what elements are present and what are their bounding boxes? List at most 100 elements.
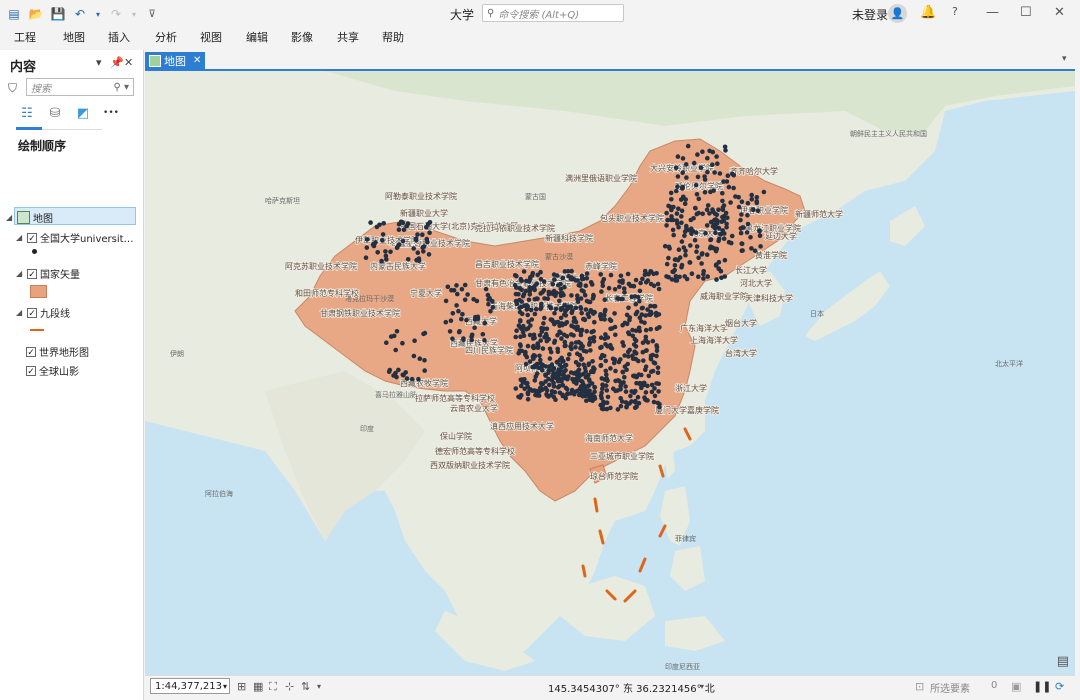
university-point[interactable] [739,212,744,217]
university-point[interactable] [651,399,657,405]
university-point[interactable] [701,276,706,281]
university-point[interactable] [447,329,453,334]
university-point[interactable] [685,143,691,149]
menu-insert[interactable]: 插入 [108,29,130,45]
university-point[interactable] [563,308,569,313]
university-point[interactable] [652,304,658,309]
university-point[interactable] [688,243,693,248]
university-point[interactable] [664,210,669,216]
university-point[interactable] [725,173,731,178]
university-point[interactable] [633,301,639,307]
university-point[interactable] [545,296,550,301]
university-point[interactable] [617,284,622,290]
university-point[interactable] [683,248,688,254]
university-point[interactable] [384,340,389,346]
university-point[interactable] [714,246,720,252]
university-point[interactable] [584,392,590,398]
menu-share[interactable]: 共享 [337,29,359,45]
layer-country-boundary[interactable]: ◢ ✓ 国家矢量 [16,266,80,281]
university-point[interactable] [664,223,669,228]
university-point[interactable] [584,329,589,334]
university-point[interactable] [643,327,649,333]
university-point[interactable] [599,406,605,411]
university-point[interactable] [702,174,707,179]
open-project-icon[interactable]: 📂 [28,6,44,22]
university-point[interactable] [569,293,574,298]
university-point[interactable] [424,225,429,230]
university-point[interactable] [654,271,659,276]
pause-drawing-icon[interactable]: ❚❚ [1033,680,1051,693]
tree-item-map[interactable]: ◢ 地图 [6,210,53,225]
university-point[interactable] [583,283,589,288]
university-point[interactable] [605,394,611,400]
university-point[interactable] [512,282,518,288]
university-point[interactable] [623,389,629,394]
university-point[interactable] [633,311,639,317]
university-point[interactable] [598,272,603,277]
university-point[interactable] [689,271,695,276]
university-point[interactable] [602,336,608,342]
university-point[interactable] [575,293,580,298]
university-point[interactable] [629,294,635,299]
menu-map[interactable]: 地图 [63,29,85,45]
university-point[interactable] [754,200,760,206]
scale-selector[interactable]: 1:44,377,213 ▾ [150,678,230,694]
university-point[interactable] [568,304,574,309]
help-button[interactable]: ? [952,5,958,18]
university-point[interactable] [472,325,477,330]
university-point[interactable] [684,276,690,282]
layer-world-hillshade[interactable]: ✓ 全球山影 [26,363,79,378]
university-point[interactable] [633,277,639,283]
university-point[interactable] [694,192,700,197]
university-point[interactable] [553,306,559,312]
university-point[interactable] [540,346,546,351]
university-point[interactable] [547,356,553,361]
university-point[interactable] [651,283,657,289]
university-point[interactable] [632,349,637,355]
university-point[interactable] [552,321,557,327]
university-point[interactable] [459,316,464,322]
university-point[interactable] [600,279,605,285]
university-point[interactable] [412,338,417,344]
undo-icon[interactable]: ↶ [72,6,88,22]
university-point[interactable] [718,268,724,274]
university-point[interactable] [560,392,565,398]
university-point[interactable] [456,308,461,314]
university-point[interactable] [653,310,659,316]
university-point[interactable] [720,198,725,204]
university-point[interactable] [457,329,462,334]
university-point[interactable] [413,236,419,241]
university-point[interactable] [645,383,650,389]
university-point[interactable] [559,336,564,341]
university-point[interactable] [642,397,648,402]
maximize-button[interactable]: ☐ [1020,5,1032,20]
university-point[interactable] [602,309,608,314]
university-point[interactable] [587,336,593,342]
university-point[interactable] [666,255,671,261]
university-point[interactable] [611,386,616,392]
university-point[interactable] [739,241,744,246]
university-point[interactable] [654,381,659,386]
university-point[interactable] [648,326,653,332]
university-point[interactable] [530,364,535,370]
university-point[interactable] [712,170,717,175]
university-point[interactable] [368,220,373,225]
university-point[interactable] [598,355,604,361]
university-point[interactable] [550,281,556,287]
university-point[interactable] [415,232,420,237]
university-point[interactable] [552,374,557,380]
university-point[interactable] [420,232,425,237]
university-point[interactable] [364,237,370,242]
university-point[interactable] [547,304,552,309]
university-point[interactable] [701,268,706,274]
university-point[interactable] [705,274,710,279]
university-point[interactable] [482,337,487,343]
university-point[interactable] [716,238,721,244]
university-point[interactable] [557,298,562,304]
university-point[interactable] [670,227,676,233]
university-point[interactable] [618,403,624,409]
university-point[interactable] [728,200,733,205]
university-point[interactable] [602,317,607,322]
university-point[interactable] [552,389,558,395]
university-point[interactable] [553,397,558,403]
